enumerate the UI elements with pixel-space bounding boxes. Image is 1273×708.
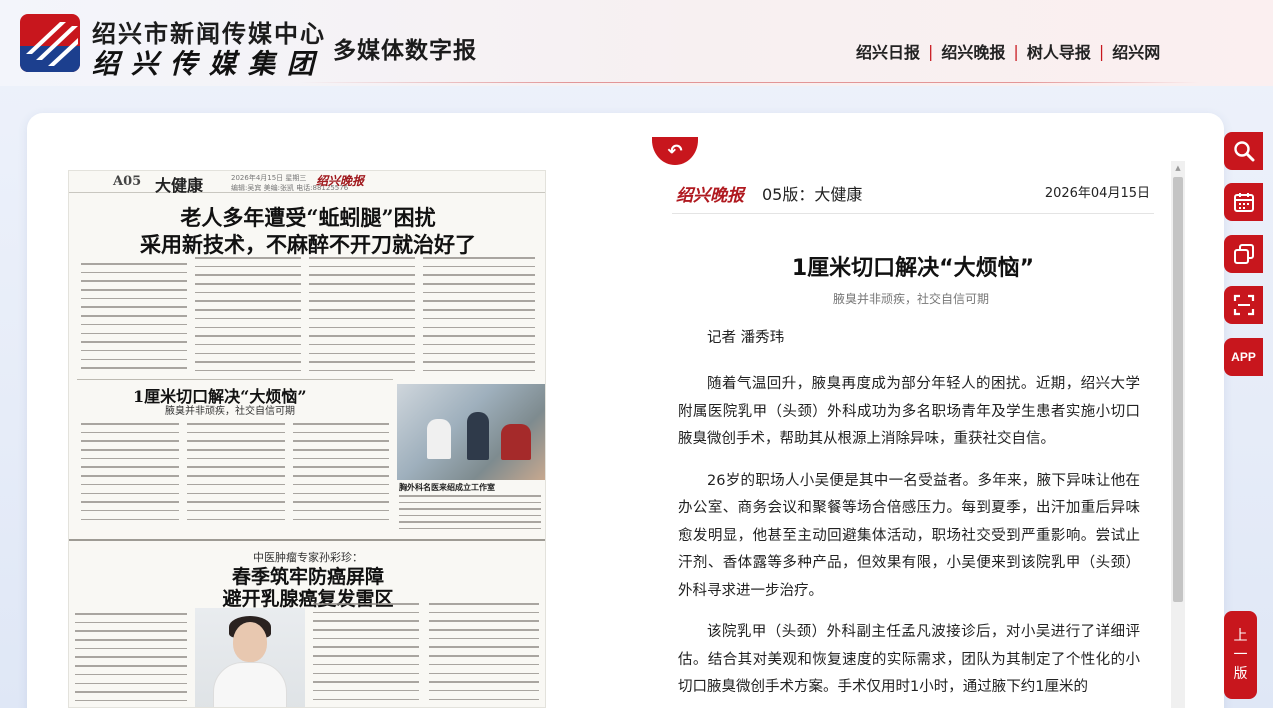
nav-separator: | (1013, 41, 1019, 61)
article-area-1-headline[interactable]: 老人多年遭受“蚯蚓腿”困扰 (69, 202, 545, 232)
copy-icon (1233, 244, 1254, 264)
scrollbar-thumb[interactable] (1173, 177, 1183, 602)
article-area-3-text[interactable] (75, 613, 187, 707)
photo-figure (467, 412, 489, 460)
page-divider (69, 539, 545, 541)
article-edition: 05版：大健康 (762, 185, 863, 204)
page-section-name: 大健康 (155, 176, 204, 195)
article-body: 记者 潘秀玮 随着气温回升，腋臭再度成为部分年轻人的困扰。近期，绍兴大学附属医院… (678, 325, 1140, 708)
doctor-portrait[interactable] (195, 608, 305, 707)
app-icon: APP (1231, 350, 1256, 364)
previous-edition-button[interactable]: 上 一 版 (1224, 611, 1257, 699)
newspaper-page[interactable]: A05 大健康 2026年4月15日 星期三 编辑:吴宾 美编:张凯 电话:88… (68, 170, 546, 708)
article-area-1-text[interactable] (309, 257, 415, 375)
article-area-2-text[interactable] (293, 423, 389, 529)
article-area-2-text[interactable] (187, 423, 285, 529)
scan-icon (1233, 294, 1254, 316)
search-icon (1233, 141, 1254, 162)
copy-tool-button[interactable] (1224, 235, 1263, 273)
article-area-2-subheadline: 腋臭并非顽疾，社交自信可期 (165, 406, 295, 417)
digital-newspaper-title: 多媒体数字报 (333, 37, 477, 64)
article-header: 绍兴晚报 05版：大健康 2026年04月15日 (672, 178, 1154, 214)
photo-figure (501, 424, 531, 460)
prev-edition-char: 上 (1233, 627, 1248, 644)
header-divider (300, 82, 1200, 83)
article-title: 1厘米切口解决“大烦恼” (791, 256, 1035, 281)
article-area-2-text[interactable] (81, 423, 179, 529)
site-header: 绍兴市新闻传媒中心 绍兴传媒集团 多媒体数字报 绍兴日报 | 绍兴晚报 | 树人… (0, 0, 1273, 86)
article-area-3-text[interactable] (429, 603, 539, 707)
prev-edition-char: 一 (1233, 646, 1248, 663)
nav-link-shaoxing-daily[interactable]: 绍兴日报 (856, 39, 920, 63)
page-masthead: 绍兴晚报 (316, 174, 365, 188)
page-divider (77, 379, 393, 380)
scan-tool-button[interactable] (1224, 286, 1263, 324)
page-section-number: A05 (113, 174, 142, 189)
article-paragraph: 该院乳甲（头颈）外科副主任孟凡波接诊后，对小吴进行了详细评估。结合其对美观和恢复… (678, 624, 1140, 695)
photo-article-text[interactable] (399, 495, 541, 537)
logo-stripes-icon (26, 22, 78, 66)
back-arrow-icon: ↶ (667, 140, 683, 162)
article-subtitle: 腋臭并非顽疾，社交自信可期 (832, 292, 989, 306)
article-date: 2026年04月15日 (1044, 186, 1150, 201)
calendar-tool-button[interactable] (1224, 183, 1263, 221)
nav-link-shaoxing-net[interactable]: 绍兴网 (1112, 39, 1160, 63)
nav-link-shuren-daobao[interactable]: 树人导报 (1027, 39, 1091, 63)
top-nav-links: 绍兴日报 | 绍兴晚报 | 树人导报 | 绍兴网 (856, 39, 1160, 63)
portrait-coat (213, 662, 287, 707)
article-area-1-text[interactable] (81, 263, 187, 375)
nav-separator: | (928, 41, 934, 61)
article-area-1-headline-2[interactable]: 采用新技术，不麻醉不开刀就治好了 (69, 229, 545, 259)
nav-link-shaoxing-evening[interactable]: 绍兴晚报 (941, 39, 1005, 63)
page-meta-date: 2026年4月15日 星期三 (231, 174, 307, 182)
article-area-3-text[interactable] (313, 603, 419, 707)
news-photo[interactable] (397, 384, 545, 480)
nav-separator: | (1098, 41, 1105, 61)
prev-edition-char: 版 (1233, 665, 1248, 682)
search-tool-button[interactable] (1224, 132, 1263, 170)
group-name: 绍兴传媒集团 (92, 49, 326, 80)
article-masthead: 绍兴晚报 (676, 186, 744, 206)
scroll-up-arrow-icon[interactable]: ▲ (1171, 161, 1185, 175)
article-paragraph: 随着气温回升，腋臭再度成为部分年轻人的困扰。近期，绍兴大学附属医院乳甲（头颈）外… (678, 376, 1140, 447)
photo-figure (427, 419, 451, 459)
logo[interactable] (20, 14, 80, 72)
portrait-face (233, 622, 267, 662)
article-area-1-text[interactable] (423, 257, 535, 375)
article-reporter: 记者 潘秀玮 (707, 330, 785, 346)
article-paragraph: 26岁的职场人小吴便是其中一名受益者。多年来，腋下异味让他在办公室、商务会议和聚… (678, 472, 1140, 599)
calendar-icon (1233, 193, 1254, 212)
photo-caption[interactable]: 胸外科名医来绍成立工作室 (399, 482, 495, 493)
article-area-1-text[interactable] (195, 257, 301, 375)
app-tool-button[interactable]: APP (1224, 338, 1263, 376)
